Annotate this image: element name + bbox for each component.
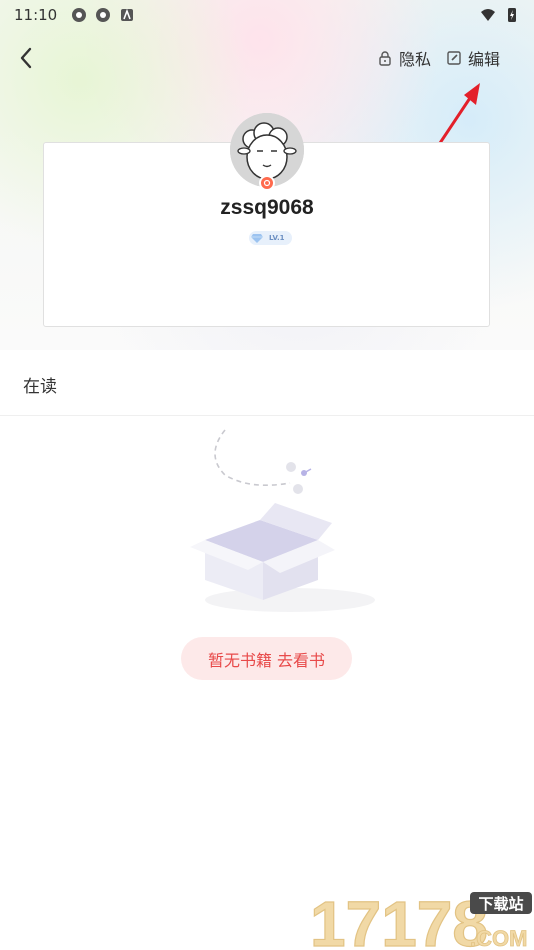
avatar[interactable] — [230, 113, 304, 191]
username: zssq9068 — [220, 196, 314, 219]
watermark-site-tag: 下载站 — [478, 895, 523, 913]
wifi-icon — [481, 9, 495, 21]
avatar-badge-icon — [259, 175, 275, 191]
site-watermark-logo: 17178 下载站 .COM — [310, 887, 532, 950]
battery-charging-icon — [508, 8, 516, 22]
top-bar: 隐私 编辑 — [0, 38, 534, 78]
section-title-reading: 在读 — [23, 377, 57, 397]
go-read-books-button[interactable]: 暂无书籍 去看书 — [181, 637, 352, 680]
lock-icon — [379, 51, 391, 66]
status-time: 11:10 — [14, 6, 58, 24]
empty-box-illustration — [190, 429, 375, 612]
status-bar: 11:10 — [0, 0, 534, 30]
sync-icon — [96, 8, 111, 22]
diamond-icon — [251, 234, 263, 243]
status-icons-left — [71, 7, 135, 23]
sync-icon — [72, 8, 87, 22]
edit-icon — [447, 51, 461, 65]
status-icons-right — [480, 7, 520, 23]
watermark-domain: .COM — [470, 926, 527, 950]
edit-label: 编辑 — [468, 50, 501, 69]
section-divider — [0, 415, 534, 416]
back-button[interactable] — [12, 44, 40, 72]
chevron-left-icon — [20, 47, 32, 69]
level-badge: LV.1 — [249, 231, 292, 245]
level-text: LV.1 — [269, 234, 285, 242]
watermark-digits: 17178 — [310, 888, 488, 950]
privacy-label: 隐私 — [399, 50, 432, 69]
privacy-button[interactable]: 隐私 — [377, 46, 431, 70]
edit-button[interactable]: 编辑 — [446, 46, 500, 70]
app-notification-icon — [121, 8, 134, 21]
